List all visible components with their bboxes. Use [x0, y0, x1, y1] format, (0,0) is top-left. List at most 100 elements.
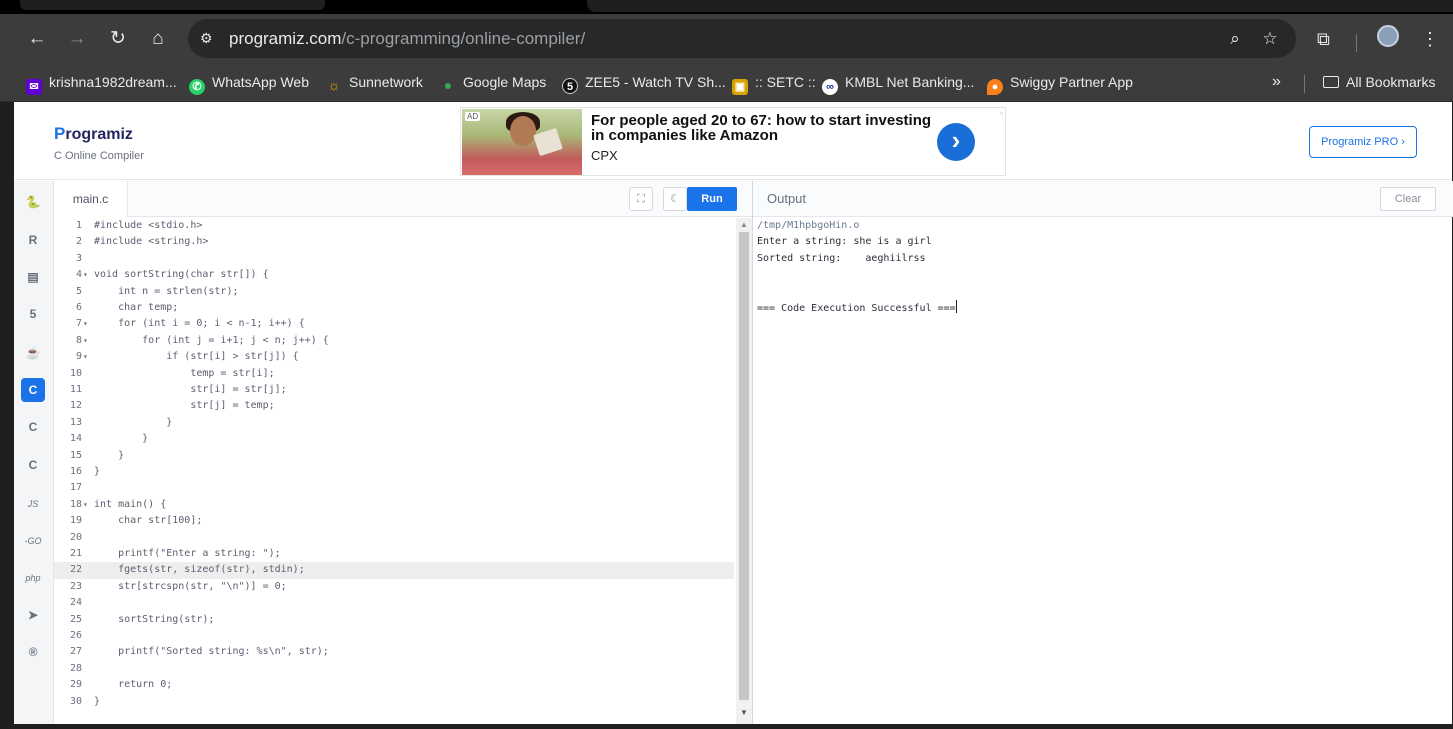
bookmark-item[interactable]: ▣:: SETC :: — [732, 71, 816, 95]
csharp-icon[interactable]: C — [21, 453, 45, 477]
code-line[interactable]: 14 } — [54, 431, 734, 447]
fold-toggle-icon[interactable]: ▾ — [82, 349, 94, 365]
fold-toggle-icon[interactable]: ▾ — [82, 497, 94, 513]
cpp-icon[interactable]: C — [21, 415, 45, 439]
code-line[interactable]: 26 — [54, 628, 734, 644]
bookmark-item[interactable]: ✆ WhatsApp Web — [189, 71, 310, 95]
bookmark-item[interactable]: 5 ZEE5 - Watch TV Sh... — [562, 71, 726, 94]
rust-icon[interactable]: ® — [21, 640, 45, 664]
code-line[interactable]: 22 fgets(str, sizeof(str), stdin); — [54, 562, 734, 579]
url-text[interactable]: programiz.com/c-programming/online-compi… — [229, 29, 585, 49]
code-line[interactable]: 13 } — [54, 415, 734, 431]
ad-image: AD — [462, 109, 582, 175]
bookmark-item[interactable]: ● Swiggy Partner App — [987, 71, 1133, 95]
menu-kebab-icon[interactable]: ⋮ — [1421, 26, 1439, 52]
code-line[interactable]: 25 sortString(str); — [54, 612, 734, 628]
code-line[interactable]: 19 char str[100]; — [54, 513, 734, 529]
back-icon[interactable]: ← — [24, 26, 50, 52]
fold-toggle-icon[interactable]: ▾ — [82, 333, 94, 349]
clear-button[interactable]: Clear — [1380, 187, 1436, 211]
code-line[interactable]: 23 str[strcspn(str, "\n")] = 0; — [54, 579, 734, 595]
code-line[interactable]: 24 — [54, 595, 734, 611]
code-text: printf("Enter a string: "); — [94, 548, 281, 559]
ad-arrow-icon[interactable]: › — [937, 123, 975, 161]
java-icon[interactable]: ☕ — [21, 341, 45, 365]
code-line[interactable]: 11 str[i] = str[j]; — [54, 382, 734, 398]
code-area[interactable]: 1 #include <stdio.h> 2 #include <string.h> 3… — [54, 218, 734, 724]
programiz-logo[interactable]: Programiz — [54, 124, 133, 144]
code-line[interactable]: 30} — [54, 694, 734, 710]
code-line[interactable]: 10 temp = str[i]; — [54, 366, 734, 382]
code-line[interactable]: 27 printf("Sorted string: %s\n", str); — [54, 644, 734, 660]
extensions-icon[interactable]: ⧉ — [1317, 26, 1330, 52]
advertisement-banner[interactable]: AD For people aged 20 to 67: how to star… — [460, 107, 1006, 176]
code-line[interactable]: 12 str[j] = temp; — [54, 398, 734, 414]
go-icon[interactable]: -GO — [21, 529, 45, 553]
code-line[interactable]: 3 — [54, 251, 734, 267]
bookmark-item[interactable]: ✉ krishna1982dream... — [26, 71, 177, 95]
bookmark-item[interactable]: ∞ KMBL Net Banking... — [822, 71, 974, 95]
editor-scrollbar[interactable]: ▲ ▼ — [736, 218, 752, 724]
bookmark-item[interactable]: ☼ Sunnetwork — [326, 71, 423, 93]
bookmarks-bar: ✉ krishna1982dream... ✆ WhatsApp Web ☼ Sunn… — [0, 64, 1453, 102]
js-icon[interactable]: JS — [21, 492, 45, 516]
sql-icon[interactable]: ▤ — [21, 265, 45, 289]
html-icon[interactable]: 5 — [21, 302, 45, 326]
run-button[interactable]: Run — [687, 187, 737, 211]
zoom-search-icon[interactable]: ⌕ — [1224, 28, 1246, 50]
output-console[interactable]: /tmp/M1hpbgoHin.o Enter a string: she is … — [757, 218, 1447, 316]
code-line[interactable]: 1 #include <stdio.h> — [54, 218, 734, 234]
bookmark-item[interactable]: ● Google Maps — [440, 71, 547, 93]
browser-tab[interactable] — [20, 0, 325, 10]
all-bookmarks-button[interactable]: All Bookmarks — [1323, 71, 1435, 93]
line-number: 21 — [69, 548, 82, 559]
php-icon[interactable]: php — [21, 566, 45, 590]
code-line[interactable]: 29 return 0; — [54, 677, 734, 693]
code-line[interactable]: 15 } — [54, 448, 734, 464]
fold-toggle-icon[interactable]: ▾ — [82, 316, 94, 332]
fold-toggle-icon[interactable]: ▾ — [82, 267, 94, 283]
code-line[interactable]: 7▾ for (int i = 0; i < n-1; i++) { — [54, 316, 734, 332]
code-text: int main() { — [94, 498, 167, 510]
scrollbar-thumb[interactable] — [739, 232, 749, 700]
scroll-down-icon[interactable]: ▼ — [739, 708, 749, 718]
line-number: 28 — [69, 662, 82, 674]
browser-tab-active[interactable] — [587, 0, 1453, 12]
code-line[interactable]: 28 — [54, 661, 734, 677]
code-line[interactable]: 5 int n = strlen(str); — [54, 284, 734, 300]
home-icon[interactable]: ⌂ — [145, 26, 171, 52]
forward-icon[interactable]: → — [64, 26, 90, 52]
code-line[interactable]: 20 — [54, 530, 734, 546]
bookmark-star-icon[interactable]: ☆ — [1259, 28, 1281, 50]
code-line[interactable]: 4▾ void sortString(char str[]) { — [54, 267, 734, 283]
code-line[interactable]: 8▾ for (int j = i+1; j < n; j++) { — [54, 333, 734, 349]
zee5-icon: 5 — [562, 78, 578, 94]
code-line[interactable]: 17 — [54, 480, 734, 496]
profile-avatar[interactable] — [1377, 25, 1399, 47]
code-line[interactable]: 2 #include <string.h> — [54, 234, 734, 250]
scroll-up-icon[interactable]: ▲ — [739, 220, 749, 230]
file-tab-main[interactable]: main.c — [54, 181, 128, 217]
bookmark-label: WhatsApp Web — [212, 74, 310, 90]
code-line[interactable]: 16} — [54, 464, 734, 480]
line-number: 7 — [75, 318, 82, 330]
c-icon[interactable]: C — [21, 378, 45, 402]
swift-icon[interactable]: ➤ — [21, 603, 45, 627]
programiz-pro-button[interactable]: Programiz PRO › — [1309, 126, 1417, 158]
bookmarks-divider — [1304, 75, 1305, 93]
reload-icon[interactable]: ↻ — [105, 26, 131, 52]
fullscreen-icon[interactable]: ⛶ — [629, 187, 653, 211]
dark-mode-icon[interactable]: ☾ — [663, 187, 687, 211]
code-line[interactable]: 18▾ int main() { — [54, 497, 734, 513]
python-icon[interactable]: 🐍 — [21, 190, 45, 214]
ad-image-cash — [533, 127, 563, 157]
ad-badge: AD — [465, 112, 481, 121]
code-line[interactable]: 6 char temp; — [54, 300, 734, 316]
code-line[interactable]: 21 printf("Enter a string: "); — [54, 546, 734, 562]
address-bar[interactable]: ⚙ programiz.com/c-programming/online-com… — [188, 19, 1296, 58]
site-info-icon[interactable]: ⚙ — [200, 29, 218, 47]
code-line[interactable]: 9▾ if (str[i] > str[j]) { — [54, 349, 734, 365]
more-bookmarks-icon[interactable]: » — [1272, 71, 1281, 93]
r-icon[interactable]: R — [21, 228, 45, 252]
ad-close-icon[interactable]: ▫ — [1000, 109, 1003, 118]
